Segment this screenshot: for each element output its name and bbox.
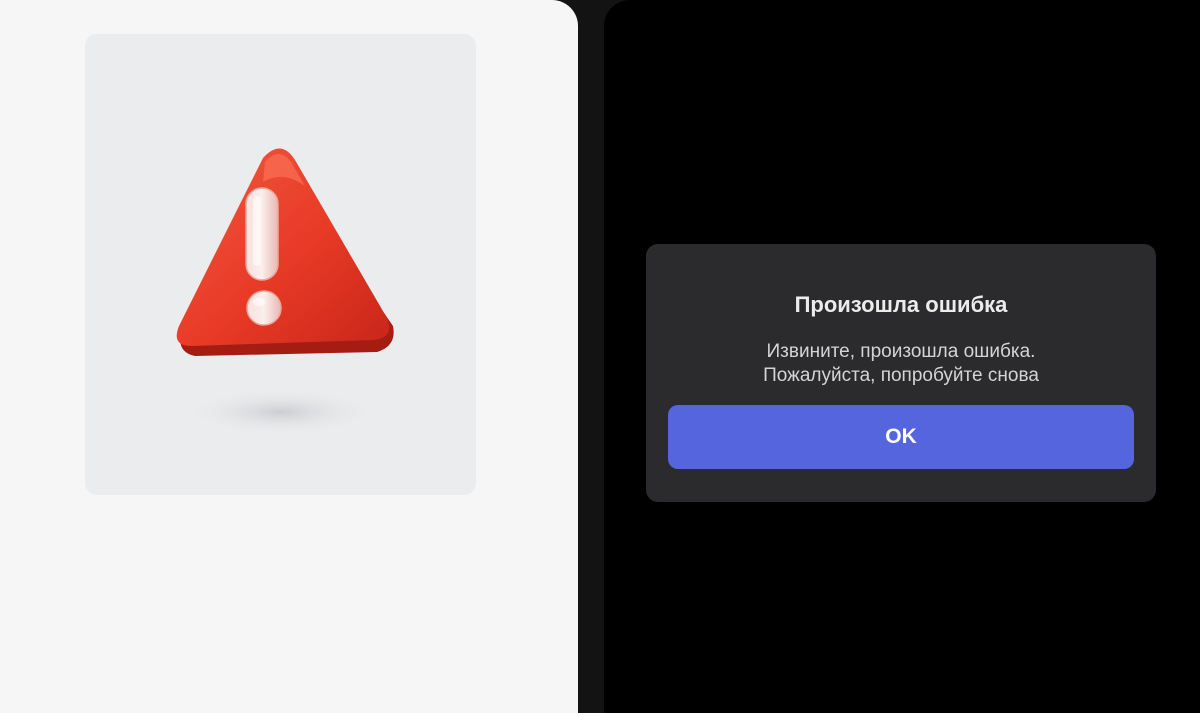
error-dialog: Произошла ошибка Извините, произошла оши… (646, 244, 1156, 502)
exclamation-dot (246, 290, 282, 326)
dialog-message-line: Извините, произошла ошибка. (766, 341, 1036, 362)
illustration-card (85, 34, 476, 495)
dialog-message-line: Пожалуйста, попробуйте снова (763, 365, 1039, 386)
dialog-title: Произошла ошибка (794, 292, 1008, 317)
warning-triangle-icon (176, 148, 394, 436)
icon-shadow (183, 388, 379, 436)
exclamation-bar (245, 187, 279, 281)
left-phone-screen (0, 0, 578, 713)
right-phone-screen: Произошла ошибка Извините, произошла оши… (604, 0, 1200, 713)
dialog-message: Извините, произошла ошибка. Пожалуйста, … (646, 340, 1156, 388)
triangle-face (176, 148, 390, 346)
ok-button[interactable]: OK (668, 405, 1134, 469)
